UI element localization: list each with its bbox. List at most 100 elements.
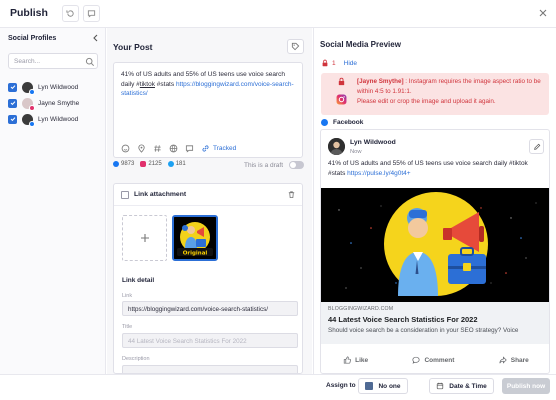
facebook-section-label: Facebook — [321, 119, 363, 126]
author-avatar — [328, 138, 345, 155]
error-lock-icon — [338, 77, 345, 86]
share-action[interactable]: Share — [499, 356, 529, 364]
close-icon — [539, 9, 547, 17]
page-title: Publish — [10, 7, 48, 19]
profile-checkbox[interactable] — [8, 82, 17, 92]
facebook-icon — [321, 119, 328, 126]
comment-icon — [412, 356, 421, 364]
check-icon — [10, 117, 15, 122]
date-time-label: Date & Time — [449, 382, 487, 390]
draft-label: This is a draft — [244, 162, 284, 169]
tag-icon — [291, 42, 300, 51]
link-attachment-card: Link attachment Original Link detail Lin… — [113, 183, 303, 374]
globe-icon[interactable] — [169, 144, 178, 153]
profile-item-jayne-smythe[interactable]: Jayne Smythe — [8, 96, 102, 111]
profile-name: Lyn Wildwood — [38, 115, 79, 123]
link-url-field[interactable]: https://bloggingwizard.com/voice-search-… — [122, 301, 298, 316]
link-preview-meta[interactable]: BLOGGINGWIZARD.COM 44 Latest Voice Searc… — [321, 302, 549, 344]
profile-search-input[interactable]: Search... — [8, 53, 98, 69]
calendar-icon — [437, 382, 444, 390]
link-field-label: Link — [122, 293, 133, 299]
post-text-editor[interactable]: 41% of US adults and 55% of US teens use… — [113, 62, 303, 158]
assign-value: No one — [378, 382, 401, 390]
search-icon — [85, 57, 95, 67]
link-detail-title: Link detail — [122, 277, 155, 284]
error-summary: 1 Hide — [321, 56, 357, 70]
link-attachment-title: Link attachment — [134, 191, 187, 198]
post-text-hashtags: #stats — [154, 80, 176, 88]
date-time-button[interactable]: Date & Time — [429, 378, 494, 394]
add-image-button[interactable] — [122, 215, 167, 261]
profile-item-lyn-wildwood-2[interactable]: Lyn Wildwood — [8, 112, 102, 127]
profile-checkbox[interactable] — [8, 114, 17, 124]
emoji-icon[interactable] — [121, 144, 130, 153]
twitter-count: 181 — [175, 161, 186, 167]
attachment-thumbnail[interactable]: Original — [172, 215, 218, 261]
facebook-label: Facebook — [333, 119, 364, 126]
profile-name: Jayne Smythe — [38, 99, 80, 107]
comments-button[interactable] — [83, 5, 100, 22]
preview-short-link[interactable]: https://pulse.ly/4g0t4+ — [347, 170, 410, 177]
facebook-icon — [29, 88, 35, 95]
comment-label: Comment — [424, 356, 455, 364]
share-label: Share — [510, 356, 529, 364]
post-text[interactable]: 41% of US adults and 55% of US teens use… — [121, 70, 297, 99]
comment-action[interactable]: Comment — [412, 356, 454, 364]
history-button[interactable] — [62, 5, 79, 22]
link-preview-image — [321, 188, 549, 302]
trash-icon[interactable] — [287, 190, 296, 199]
close-button[interactable] — [536, 6, 550, 20]
link-description-field[interactable] — [122, 365, 298, 373]
description-field-label: Description — [122, 356, 150, 362]
preview-title: Social Media Preview — [320, 40, 401, 49]
edit-preview-button[interactable] — [529, 139, 544, 154]
error-message-box: [Jayne Smythe] : Instagram requires the … — [321, 73, 549, 115]
post-time: Now — [350, 149, 362, 155]
thumbs-up-icon — [343, 356, 352, 364]
like-action[interactable]: Like — [343, 356, 368, 364]
sidebar-title: Social Profiles — [8, 35, 57, 42]
chat-icon[interactable] — [185, 144, 194, 153]
profile-checkbox[interactable] — [8, 98, 17, 108]
draft-toggle[interactable] — [289, 161, 304, 169]
profile-item-lyn-wildwood[interactable]: Lyn Wildwood — [8, 80, 102, 95]
preview-post-text: 41% of US adults and 55% of US teens use… — [328, 159, 544, 179]
search-placeholder: Search... — [14, 58, 41, 65]
assign-label: Assign to — [326, 382, 356, 389]
error-message: [Jayne Smythe] : Instagram requires the … — [357, 77, 543, 107]
hide-errors-link[interactable]: Hide — [344, 60, 357, 67]
instagram-icon — [29, 104, 35, 111]
facebook-count: 9873 — [121, 161, 135, 167]
facebook-icon — [113, 161, 119, 167]
hashtag-icon[interactable] — [153, 144, 162, 153]
author-avatar-image — [328, 138, 345, 155]
hashtag-tiktok: tiktok — [139, 80, 155, 88]
check-icon — [10, 85, 15, 90]
tracked-link-toggle[interactable]: Tracked — [213, 145, 236, 152]
avatar — [22, 81, 35, 95]
comment-icon — [87, 10, 96, 18]
share-icon — [499, 356, 507, 364]
like-label: Like — [355, 356, 369, 364]
instagram-count: 2125 — [148, 161, 162, 167]
error-profile-name: [Jayne Smythe] — [357, 78, 404, 85]
your-post-title: Your Post — [113, 42, 153, 52]
error-line-2: Please edit or crop the image and upload… — [357, 98, 496, 105]
publish-now-button[interactable]: Publish now — [502, 378, 550, 394]
pencil-icon — [533, 143, 540, 150]
tag-button[interactable] — [287, 39, 304, 54]
avatar — [22, 113, 35, 127]
editor-toolbar: Tracked — [121, 143, 236, 153]
facebook-icon — [29, 120, 35, 127]
user-icon — [365, 382, 374, 390]
link-attachment-checkbox[interactable] — [121, 191, 129, 199]
link-description: Should voice search be a consideration i… — [328, 327, 519, 334]
location-icon[interactable] — [137, 144, 146, 153]
collapse-sidebar-button[interactable] — [90, 33, 100, 43]
assign-dropdown[interactable]: No one — [358, 378, 408, 394]
voice-search-illustration-thumbnail: Original — [174, 217, 216, 259]
link-title-field[interactable]: 44 Latest Voice Search Statistics For 20… — [122, 333, 298, 348]
chevron-left-icon — [92, 34, 97, 42]
link-headline: 44 Latest Voice Search Statistics For 20… — [328, 315, 478, 324]
toggle-knob — [290, 162, 296, 168]
